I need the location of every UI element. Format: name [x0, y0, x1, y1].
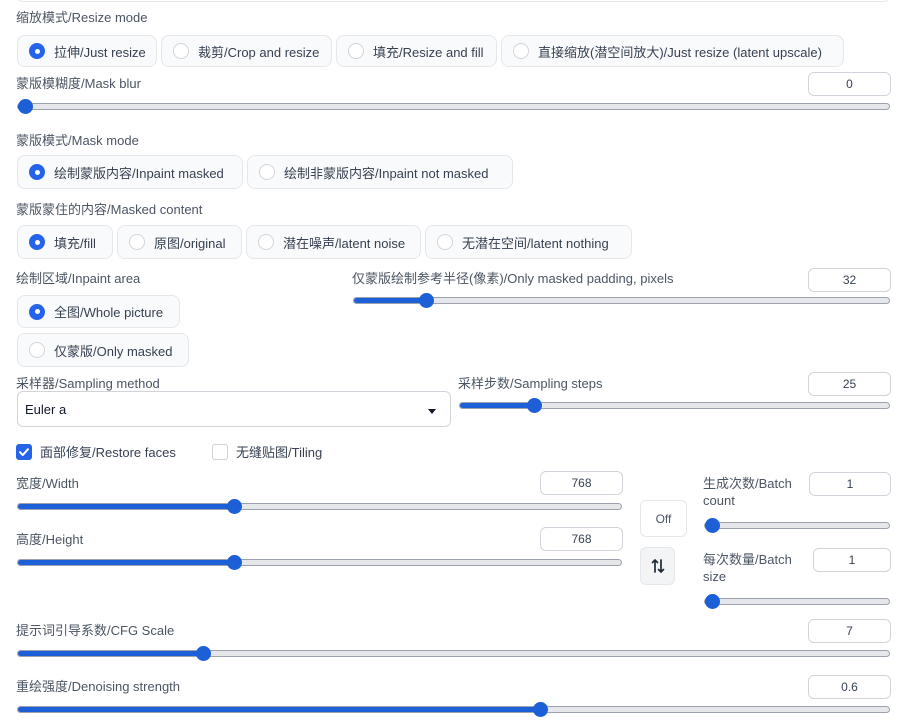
- slider-thumb[interactable]: [532, 702, 548, 717]
- only-masked-padding-number-input[interactable]: 32: [808, 268, 891, 292]
- height-label: 高度/Height: [16, 532, 84, 547]
- batch-count-label-line2: count: [703, 493, 735, 508]
- radio-label: 原图/original: [154, 235, 226, 251]
- slider-thumb[interactable]: [227, 555, 243, 570]
- checkbox-checked-icon: [16, 443, 32, 460]
- width-label: 宽度/Width: [16, 476, 79, 491]
- radio-selected-icon: [29, 303, 45, 320]
- radio-label: 绘制非蒙版内容/Inpaint not masked: [284, 165, 489, 181]
- slider-fill: [18, 707, 540, 712]
- denoising-strength-number-input[interactable]: 0.6: [808, 675, 891, 699]
- radio-label: 填充/Resize and fill: [373, 44, 484, 60]
- inpaint-area-option-whole-picture[interactable]: 全图/Whole picture: [17, 295, 180, 328]
- slider-thumb[interactable]: [705, 518, 720, 533]
- mask-blur-number-input[interactable]: 0: [808, 72, 891, 96]
- tiling-checkbox[interactable]: 无缝贴图/Tiling: [212, 442, 322, 461]
- swap-dimensions-button[interactable]: [640, 547, 675, 585]
- resize-mode-option-resize-and-fill[interactable]: 填充/Resize and fill: [336, 35, 497, 67]
- radio-label: 潜在噪声/latent noise: [283, 235, 406, 251]
- masked-content-option-fill[interactable]: 填充/fill: [17, 225, 113, 259]
- slider-thumb[interactable]: [705, 594, 720, 609]
- mask-blur-slider[interactable]: [17, 99, 890, 114]
- cfg-scale-number-input[interactable]: 7: [808, 619, 891, 643]
- radio-unselected-icon: [258, 234, 274, 250]
- mask-mode-option-inpaint-masked[interactable]: 绘制蒙版内容/Inpaint masked: [17, 155, 243, 189]
- masked-content-option-original[interactable]: 原图/original: [117, 225, 242, 259]
- inpaint-area-label: 绘制区域/Inpaint area: [16, 271, 141, 286]
- height-number-input[interactable]: 768: [540, 527, 623, 551]
- mask-blur-label: 蒙版模糊度/Mask blur: [16, 76, 141, 91]
- restore-faces-label: 面部修复/Restore faces: [40, 445, 176, 460]
- radio-label: 填充/fill: [54, 235, 96, 251]
- denoising-strength-slider[interactable]: [17, 702, 890, 717]
- sampling-steps-number-input[interactable]: 25: [808, 372, 891, 396]
- slider-fill: [18, 651, 203, 656]
- batch-size-label-line2: size: [703, 569, 727, 584]
- slider-thumb[interactable]: [527, 398, 542, 413]
- batch-count-number-input[interactable]: 1: [809, 472, 891, 496]
- slider-fill: [354, 298, 427, 303]
- radio-unselected-icon: [129, 234, 145, 250]
- radio-label: 无潜在空间/latent nothing: [462, 235, 609, 251]
- slider-thumb[interactable]: [227, 499, 243, 514]
- batch-count-label-line1: 生成次数/Batch: [703, 476, 792, 491]
- radio-unselected-icon: [259, 164, 275, 180]
- radio-label: 绘制蒙版内容/Inpaint masked: [54, 165, 224, 181]
- off-button[interactable]: Off: [640, 500, 687, 537]
- slider-fill: [18, 504, 235, 509]
- radio-label: 拉伸/Just resize: [54, 44, 146, 60]
- batch-size-label-line1: 每次数量/Batch: [703, 552, 792, 567]
- radio-unselected-icon: [437, 234, 453, 250]
- sampling-method-value: Euler a: [25, 401, 67, 417]
- batch-count-slider[interactable]: [704, 518, 890, 533]
- slider-thumb[interactable]: [419, 293, 435, 308]
- inpaint-area-option-only-masked[interactable]: 仅蒙版/Only masked: [17, 333, 189, 367]
- sampling-steps-slider[interactable]: [459, 398, 890, 413]
- radio-label: 直接缩放(潜空间放大)/Just resize (latent upscale): [538, 44, 822, 60]
- height-slider[interactable]: [17, 555, 622, 570]
- radio-label: 仅蒙版/Only masked: [54, 343, 173, 359]
- slider-thumb[interactable]: [195, 646, 211, 661]
- radio-label: 全图/Whole picture: [54, 305, 164, 320]
- masked-content-label: 蒙版蒙住的内容/Masked content: [16, 202, 203, 217]
- only-masked-padding-label: 仅蒙版绘制参考半径(像素)/Only masked padding, pixel…: [352, 271, 674, 286]
- resize-mode-option-just-resize[interactable]: 拉伸/Just resize: [17, 35, 157, 67]
- denoising-strength-label: 重绘强度/Denoising strength: [16, 679, 181, 694]
- radio-unselected-icon: [29, 342, 45, 358]
- slider-thumb[interactable]: [18, 99, 33, 114]
- batch-size-slider[interactable]: [704, 594, 890, 609]
- sampling-method-label: 采样器/Sampling method: [16, 376, 160, 391]
- previous-panel-edge: [17, 0, 890, 2]
- radio-unselected-icon: [513, 43, 529, 59]
- batch-size-number-input[interactable]: 1: [813, 548, 891, 572]
- masked-content-option-latent-noise[interactable]: 潜在噪声/latent noise: [246, 225, 421, 259]
- checkbox-unchecked-icon: [212, 443, 228, 460]
- resize-mode-option-crop-and-resize[interactable]: 裁剪/Crop and resize: [161, 35, 332, 67]
- radio-unselected-icon: [348, 43, 364, 59]
- width-slider[interactable]: [17, 499, 622, 514]
- cfg-scale-label: 提示词引导系数/CFG Scale: [16, 623, 175, 638]
- cfg-scale-slider[interactable]: [17, 646, 890, 661]
- chevron-down-icon: [428, 409, 436, 414]
- only-masked-padding-slider[interactable]: [353, 293, 890, 308]
- width-number-input[interactable]: 768: [540, 471, 623, 495]
- resize-mode-option-latent-upscale[interactable]: 直接缩放(潜空间放大)/Just resize (latent upscale): [501, 35, 844, 67]
- slider-fill: [18, 560, 235, 565]
- radio-selected-icon: [29, 43, 45, 59]
- swap-vertical-icon: [651, 559, 664, 573]
- mask-mode-option-inpaint-not-masked[interactable]: 绘制非蒙版内容/Inpaint not masked: [247, 155, 513, 189]
- mask-mode-label: 蒙版模式/Mask mode: [16, 133, 139, 148]
- tiling-label: 无缝贴图/Tiling: [236, 445, 323, 460]
- slider-fill: [460, 403, 534, 408]
- resize-mode-label: 缩放模式/Resize mode: [16, 10, 148, 25]
- masked-content-option-latent-nothing[interactable]: 无潜在空间/latent nothing: [425, 225, 632, 259]
- radio-label: 裁剪/Crop and resize: [198, 44, 320, 60]
- radio-selected-icon: [29, 234, 45, 250]
- radio-unselected-icon: [173, 43, 189, 59]
- sampling-steps-label: 采样步数/Sampling steps: [458, 376, 603, 391]
- restore-faces-checkbox[interactable]: 面部修复/Restore faces: [16, 442, 176, 461]
- radio-selected-icon: [29, 164, 45, 180]
- sampling-method-dropdown[interactable]: Euler a: [17, 391, 451, 427]
